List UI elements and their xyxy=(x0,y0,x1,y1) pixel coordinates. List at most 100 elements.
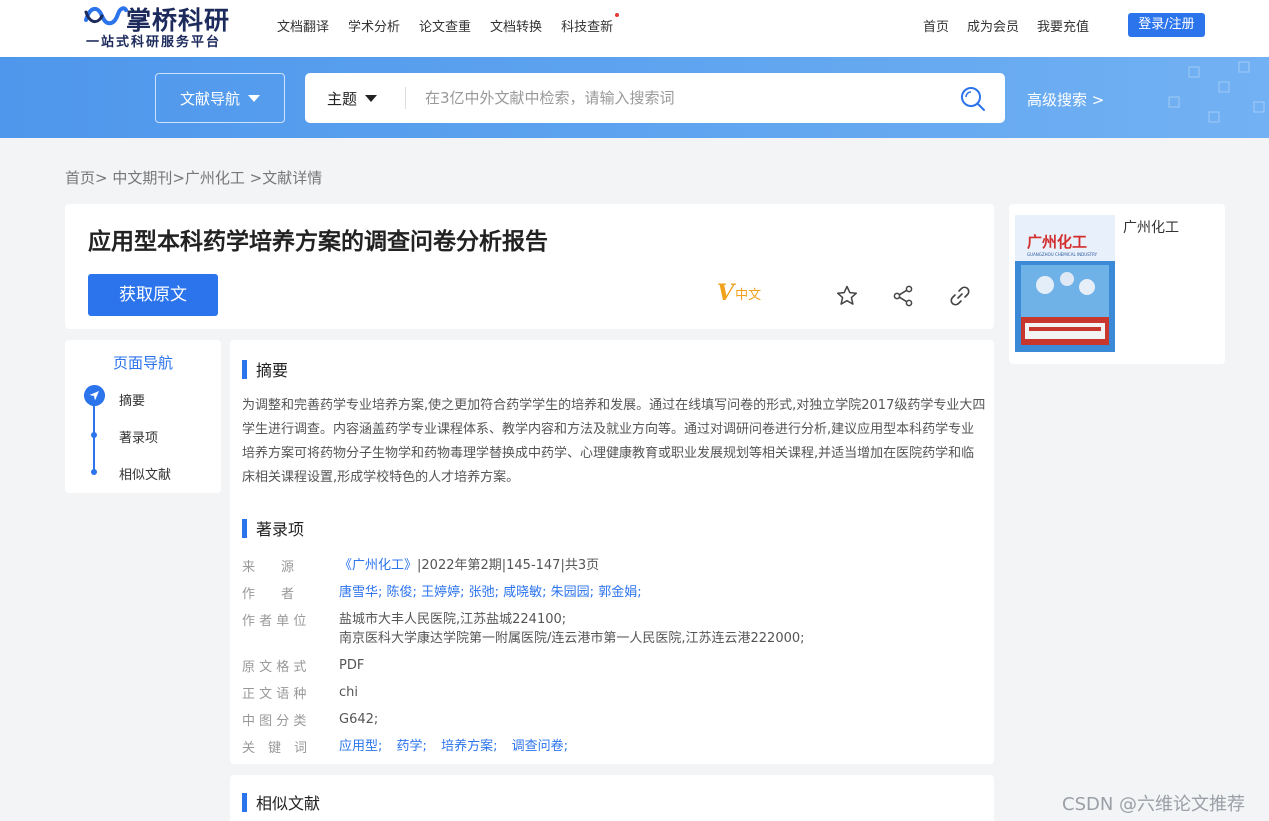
similar-heading-text: 相似文献 xyxy=(256,794,321,813)
record-row-language: 正 文 语 种 chi xyxy=(242,683,358,702)
page-navigation-title: 页面导航 xyxy=(112,354,173,372)
format-value: PDF xyxy=(339,658,365,673)
page-nav-item-abstract[interactable]: 摘要 xyxy=(119,390,145,409)
nav-item-convert[interactable]: 文档转换 xyxy=(490,16,542,35)
keyword-link[interactable]: 药学; xyxy=(397,739,427,754)
format-label: 原 文 格 式 xyxy=(242,660,307,675)
record-row-source: 来 源 《广州化工》|2022年第2期|145-147|共3页 xyxy=(242,556,599,575)
language-mark: V xyxy=(717,280,735,306)
language-badge: V 中文 xyxy=(717,282,761,304)
search-type-select[interactable]: 主题 xyxy=(327,88,378,109)
user-nav: 首页 成为会员 我要充值 xyxy=(923,16,1107,35)
keyword-list: 应用型; 药学; 培养方案; 调查问卷; xyxy=(339,737,568,756)
author-link[interactable]: 郭金娟; xyxy=(598,585,641,600)
keywords-label: 关 键 词 xyxy=(242,741,308,756)
navigation-arrow-icon xyxy=(84,385,105,406)
keyword-link[interactable]: 培养方案; xyxy=(441,739,497,754)
author-link[interactable]: 王婷婷; xyxy=(421,585,464,600)
get-original-button[interactable]: 获取原文 xyxy=(88,274,218,316)
nav-item-translate[interactable]: 文档翻译 xyxy=(277,16,329,35)
document-detail-card: 摘要 为调整和完善药学专业培养方案,使之更加符合药学学生的培养和发展。通过在线填… xyxy=(230,340,994,764)
source-label: 来 源 xyxy=(242,560,295,575)
record-heading-text: 著录项 xyxy=(256,520,305,539)
nav-item-novelty-label: 科技查新 xyxy=(561,20,614,35)
logo-slogan: 一站式科研服务平台 xyxy=(86,35,222,50)
cover-subtitle: GUANGZHOU CHEMICAL INDUSTRY xyxy=(1027,252,1098,257)
search-box: 主题 xyxy=(305,73,1005,123)
nav-item-plagiarism[interactable]: 论文查重 xyxy=(419,16,471,35)
abstract-heading-text: 摘要 xyxy=(256,361,289,380)
section-marker xyxy=(242,518,247,538)
main-nav: 文档翻译 学术分析 论文查重 文档转换 科技查新 xyxy=(277,13,632,35)
similar-documents-card: 相似文献 xyxy=(230,775,994,821)
section-marker xyxy=(242,792,247,812)
section-marker xyxy=(242,359,247,379)
search-band: 文献导航 主题 高级搜索 > xyxy=(0,57,1269,138)
source-journal-link[interactable]: 《广州化工》 xyxy=(339,558,417,573)
search-input[interactable] xyxy=(425,81,945,115)
language-value: chi xyxy=(339,685,358,700)
cover-title: 广州化工 xyxy=(1027,233,1087,251)
nav-item-home[interactable]: 首页 xyxy=(923,16,949,35)
document-navigation-label: 文献导航 xyxy=(179,89,240,108)
search-divider xyxy=(405,87,406,109)
nav-item-analysis[interactable]: 学术分析 xyxy=(348,16,400,35)
clc-value: G642; xyxy=(339,712,379,727)
link-icon[interactable] xyxy=(948,284,972,308)
affiliation-line: 盐城市大丰人民医院,江苏盐城224100; xyxy=(339,612,567,627)
author-link[interactable]: 唐雪华; xyxy=(339,585,382,600)
abstract-heading: 摘要 xyxy=(242,357,288,381)
source-issue: |2022年第2期|145-147|共3页 xyxy=(417,558,600,573)
clc-label: 中 图 分 类 xyxy=(242,714,307,729)
caret-down-icon xyxy=(365,95,378,102)
star-icon[interactable] xyxy=(835,284,859,308)
affiliation-line: 南京医科大学康达学院第一附属医院/连云港市第一人民医院,江苏连云港222000; xyxy=(339,631,805,646)
search-type-label: 主题 xyxy=(327,90,358,108)
language-row-label: 正 文 语 种 xyxy=(242,687,307,702)
page-nav-dot xyxy=(91,432,97,438)
nav-item-membership[interactable]: 成为会员 xyxy=(967,16,1019,35)
search-icon[interactable] xyxy=(960,86,986,112)
language-label: 中文 xyxy=(735,288,762,303)
record-heading: 著录项 xyxy=(242,516,304,540)
author-label: 作 者 xyxy=(242,587,295,602)
affiliation-value: 盐城市大丰人民医院,江苏盐城224100; 南京医科大学康达学院第一附属医院/连… xyxy=(339,610,805,648)
advanced-search-link[interactable]: 高级搜索 > xyxy=(1027,89,1104,110)
journal-cover-image[interactable]: 广州化工 GUANGZHOU CHEMICAL INDUSTRY xyxy=(1015,215,1115,352)
journal-name[interactable]: 广州化工 xyxy=(1123,217,1179,237)
record-row-keywords: 关 键 词 应用型; 药学; 培养方案; 调查问卷; xyxy=(242,737,568,756)
login-register-button[interactable]: 登录/注册 xyxy=(1128,13,1205,37)
source-value: 《广州化工》|2022年第2期|145-147|共3页 xyxy=(339,556,599,575)
similar-heading: 相似文献 xyxy=(242,790,320,814)
keyword-link[interactable]: 应用型; xyxy=(339,739,382,754)
record-row-affiliation: 作 者 单 位 盐城市大丰人民医院,江苏盐城224100; 南京医科大学康达学院… xyxy=(242,610,805,648)
page-nav-item-record[interactable]: 著录项 xyxy=(119,427,158,446)
author-list: 唐雪华; 陈俊; 王婷婷; 张弛; 咸晓敏; 朱园园; 郭金娟; xyxy=(339,583,642,602)
document-navigation-dropdown[interactable]: 文献导航 xyxy=(155,73,285,123)
author-link[interactable]: 咸晓敏; xyxy=(503,585,546,600)
caret-down-icon xyxy=(248,94,260,102)
abstract-text: 为调整和完善药学专业培养方案,使之更加符合药学学生的培养和发展。通过在线填写问卷… xyxy=(242,398,986,485)
logo-wave-icon xyxy=(84,6,128,26)
journal-card[interactable]: 广州化工 GUANGZHOU CHEMICAL INDUSTRY 广州化工 xyxy=(1009,204,1225,364)
share-icon[interactable] xyxy=(891,284,915,308)
document-header-card: 应用型本科药学培养方案的调查问卷分析报告 获取原文 V 中文 xyxy=(65,204,994,329)
breadcrumb[interactable]: 首页> 中文期刊>广州化工 >文献详情 xyxy=(65,167,322,188)
top-navbar: 掌桥科研 一站式科研服务平台 文档翻译 学术分析 论文查重 文档转换 科技查新 … xyxy=(0,0,1269,57)
author-link[interactable]: 陈俊; xyxy=(387,585,417,600)
keyword-link[interactable]: 调查问卷; xyxy=(512,739,568,754)
new-indicator-dot xyxy=(615,13,620,17)
nav-item-recharge[interactable]: 我要充值 xyxy=(1037,16,1089,35)
author-link[interactable]: 张弛; xyxy=(469,585,499,600)
record-row-authors: 作 者 唐雪华; 陈俊; 王婷婷; 张弛; 咸晓敏; 朱园园; 郭金娟; xyxy=(242,583,642,602)
page-nav-dot xyxy=(91,469,97,475)
site-logo[interactable]: 掌桥科研 一站式科研服务平台 xyxy=(84,0,244,52)
page-nav-item-similar[interactable]: 相似文献 xyxy=(119,464,171,483)
record-row-clc: 中 图 分 类 G642; xyxy=(242,710,378,729)
page-navigation: 页面导航 摘要 著录项 相似文献 xyxy=(65,340,221,493)
record-row-format: 原 文 格 式 PDF xyxy=(242,656,364,675)
author-link[interactable]: 朱园园; xyxy=(551,585,594,600)
watermark: CSDN @六维论文推荐 xyxy=(1062,794,1246,815)
nav-item-novelty[interactable]: 科技查新 xyxy=(561,13,620,35)
document-title: 应用型本科药学培养方案的调查问卷分析报告 xyxy=(88,229,548,255)
